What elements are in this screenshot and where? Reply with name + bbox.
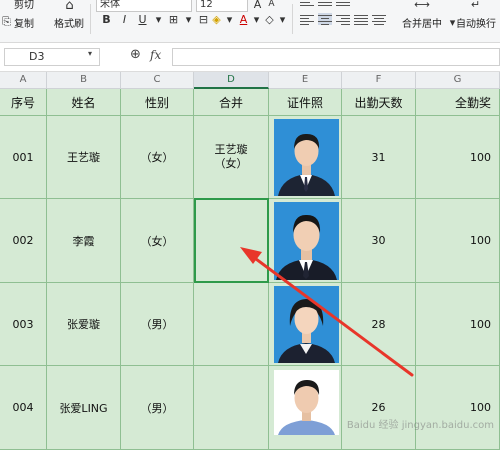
annotation-arrow — [240, 247, 414, 377]
watermark: Baidu 经验 jingyan.baidu.com — [346, 420, 494, 431]
